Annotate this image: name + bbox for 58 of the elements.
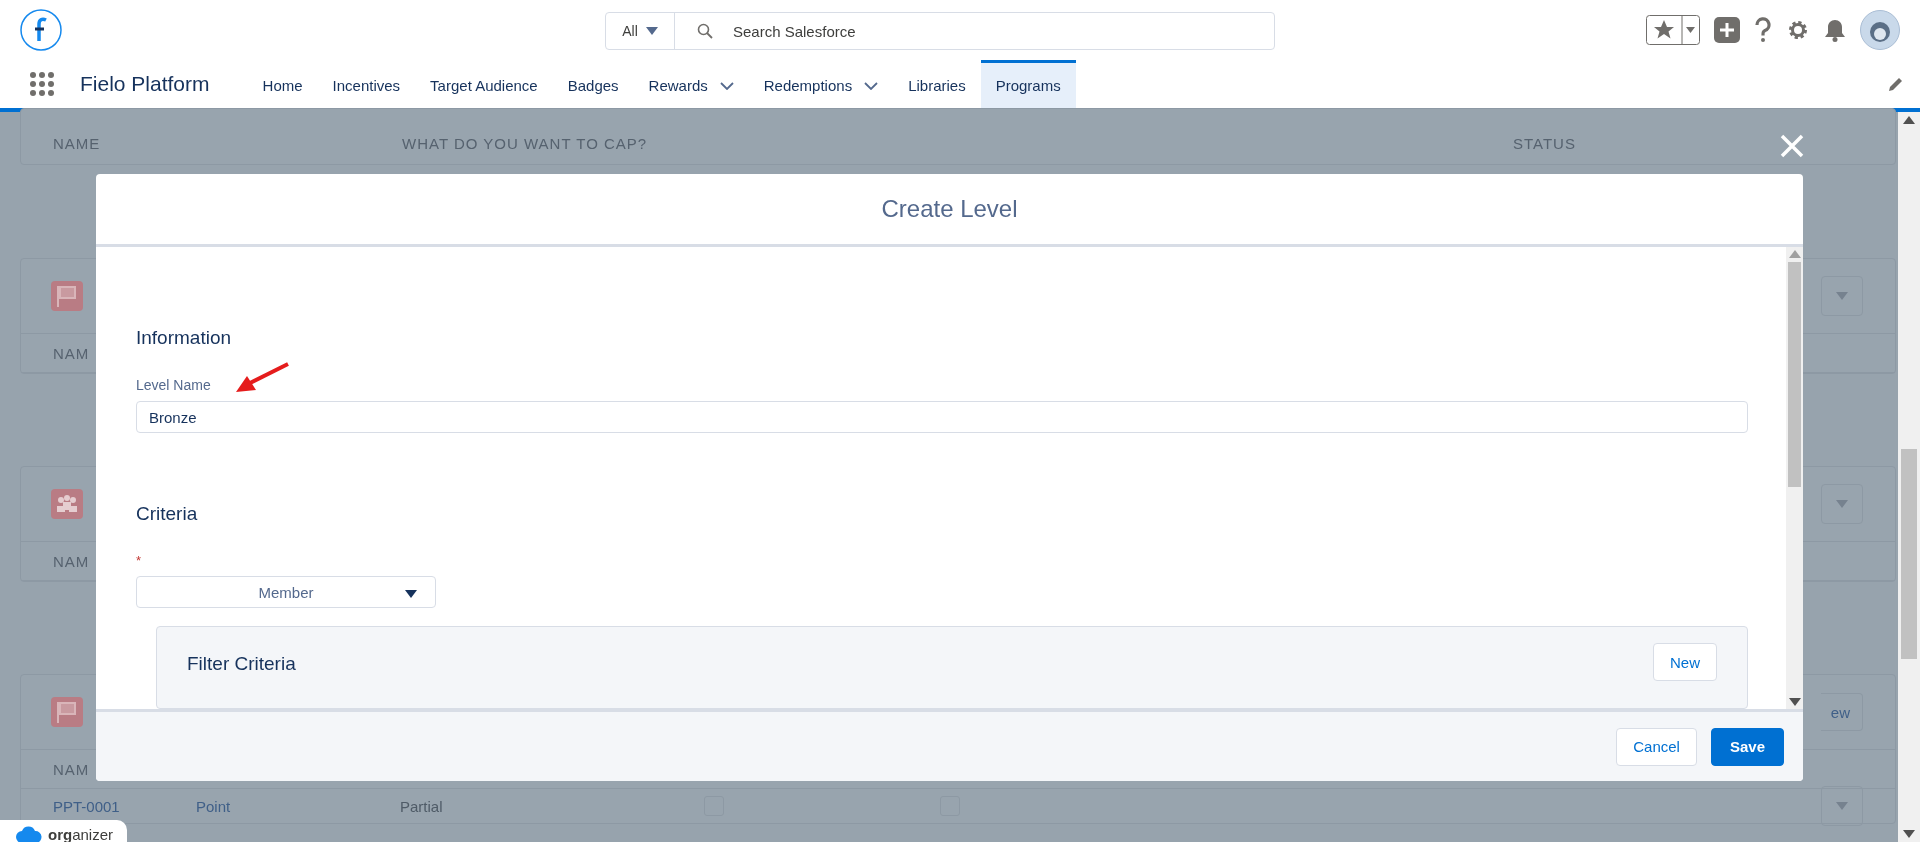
- section-heading: Criteria: [136, 503, 198, 526]
- avatar-icon[interactable]: [1860, 10, 1900, 50]
- section-heading: Information: [136, 327, 232, 349]
- nav-tab[interactable]: Redemptions: [748, 60, 894, 108]
- help-icon[interactable]: [1754, 17, 1772, 43]
- notification-bell-icon[interactable]: [1824, 18, 1846, 42]
- table-cell-text: Partial: [400, 797, 444, 815]
- cloud-icon: [16, 825, 42, 842]
- panel-title: Filter Criteria: [187, 653, 296, 676]
- column-header: STATUS: [1513, 135, 1576, 152]
- input-field[interactable]: Bronze: [136, 401, 1748, 434]
- organizer-badge[interactable]: organizer: [0, 820, 128, 842]
- field-label: Level Name: [136, 377, 211, 393]
- scrollbar-thumb[interactable]: [1901, 449, 1917, 659]
- save-button[interactable]: Save: [1710, 727, 1784, 766]
- close-icon[interactable]: [1780, 134, 1804, 158]
- scroll-down-icon: [1788, 698, 1801, 706]
- settings-icon[interactable]: [1786, 18, 1810, 42]
- scroll-down-icon: [1903, 830, 1915, 838]
- page-scrollbar[interactable]: [1898, 112, 1920, 842]
- nav-tab[interactable]: Target Audience: [415, 60, 553, 108]
- caret-down-icon: [405, 590, 417, 599]
- flag-icon: [51, 697, 83, 727]
- dropdown-button[interactable]: [1821, 484, 1863, 524]
- caret-down-icon: [1836, 292, 1848, 300]
- nav-tab[interactable]: Incentives: [317, 60, 416, 108]
- nav-tab[interactable]: Libraries: [893, 60, 981, 108]
- chevron-down-icon: [864, 81, 879, 90]
- caret-down-icon: [1836, 500, 1848, 508]
- scroll-up-icon: [1903, 116, 1915, 124]
- flag-icon: [51, 281, 83, 311]
- plus-icon[interactable]: [1714, 17, 1740, 43]
- column-header: WHAT DO YOU WANT TO CAP?: [402, 135, 649, 152]
- criteria-select[interactable]: Member: [136, 576, 436, 609]
- nav-tab[interactable]: Programs: [980, 60, 1076, 108]
- cancel-button[interactable]: Cancel: [1616, 727, 1697, 766]
- app-name: Fielo Platform: [80, 72, 210, 96]
- column-header: NAM: [53, 760, 90, 778]
- dropdown-button[interactable]: [1821, 276, 1863, 316]
- new-button[interactable]: New: [1653, 643, 1717, 682]
- required-mark: *: [136, 553, 142, 569]
- scrollbar-thumb[interactable]: [1788, 262, 1801, 487]
- column-header: NAM: [53, 344, 90, 362]
- logo-icon[interactable]: [20, 9, 62, 51]
- caret-down-icon: [1836, 802, 1848, 810]
- column-header: NAM: [53, 552, 90, 570]
- nav-tab[interactable]: Rewards: [633, 60, 749, 108]
- modal-title: Create Level: [881, 195, 1018, 223]
- app-launcher-icon[interactable]: [30, 72, 54, 96]
- nav-tab[interactable]: Home: [247, 60, 318, 108]
- chevron-down-icon: [719, 81, 734, 90]
- column-header: NAME: [52, 135, 102, 152]
- modal-scrollbar[interactable]: [1786, 247, 1803, 709]
- dropdown-button[interactable]: [1821, 786, 1863, 826]
- people-icon: [51, 489, 83, 519]
- edit-pencil-icon[interactable]: [1888, 76, 1904, 92]
- nav-tab[interactable]: Badges: [552, 60, 634, 108]
- table-cell-text: Point: [196, 797, 232, 815]
